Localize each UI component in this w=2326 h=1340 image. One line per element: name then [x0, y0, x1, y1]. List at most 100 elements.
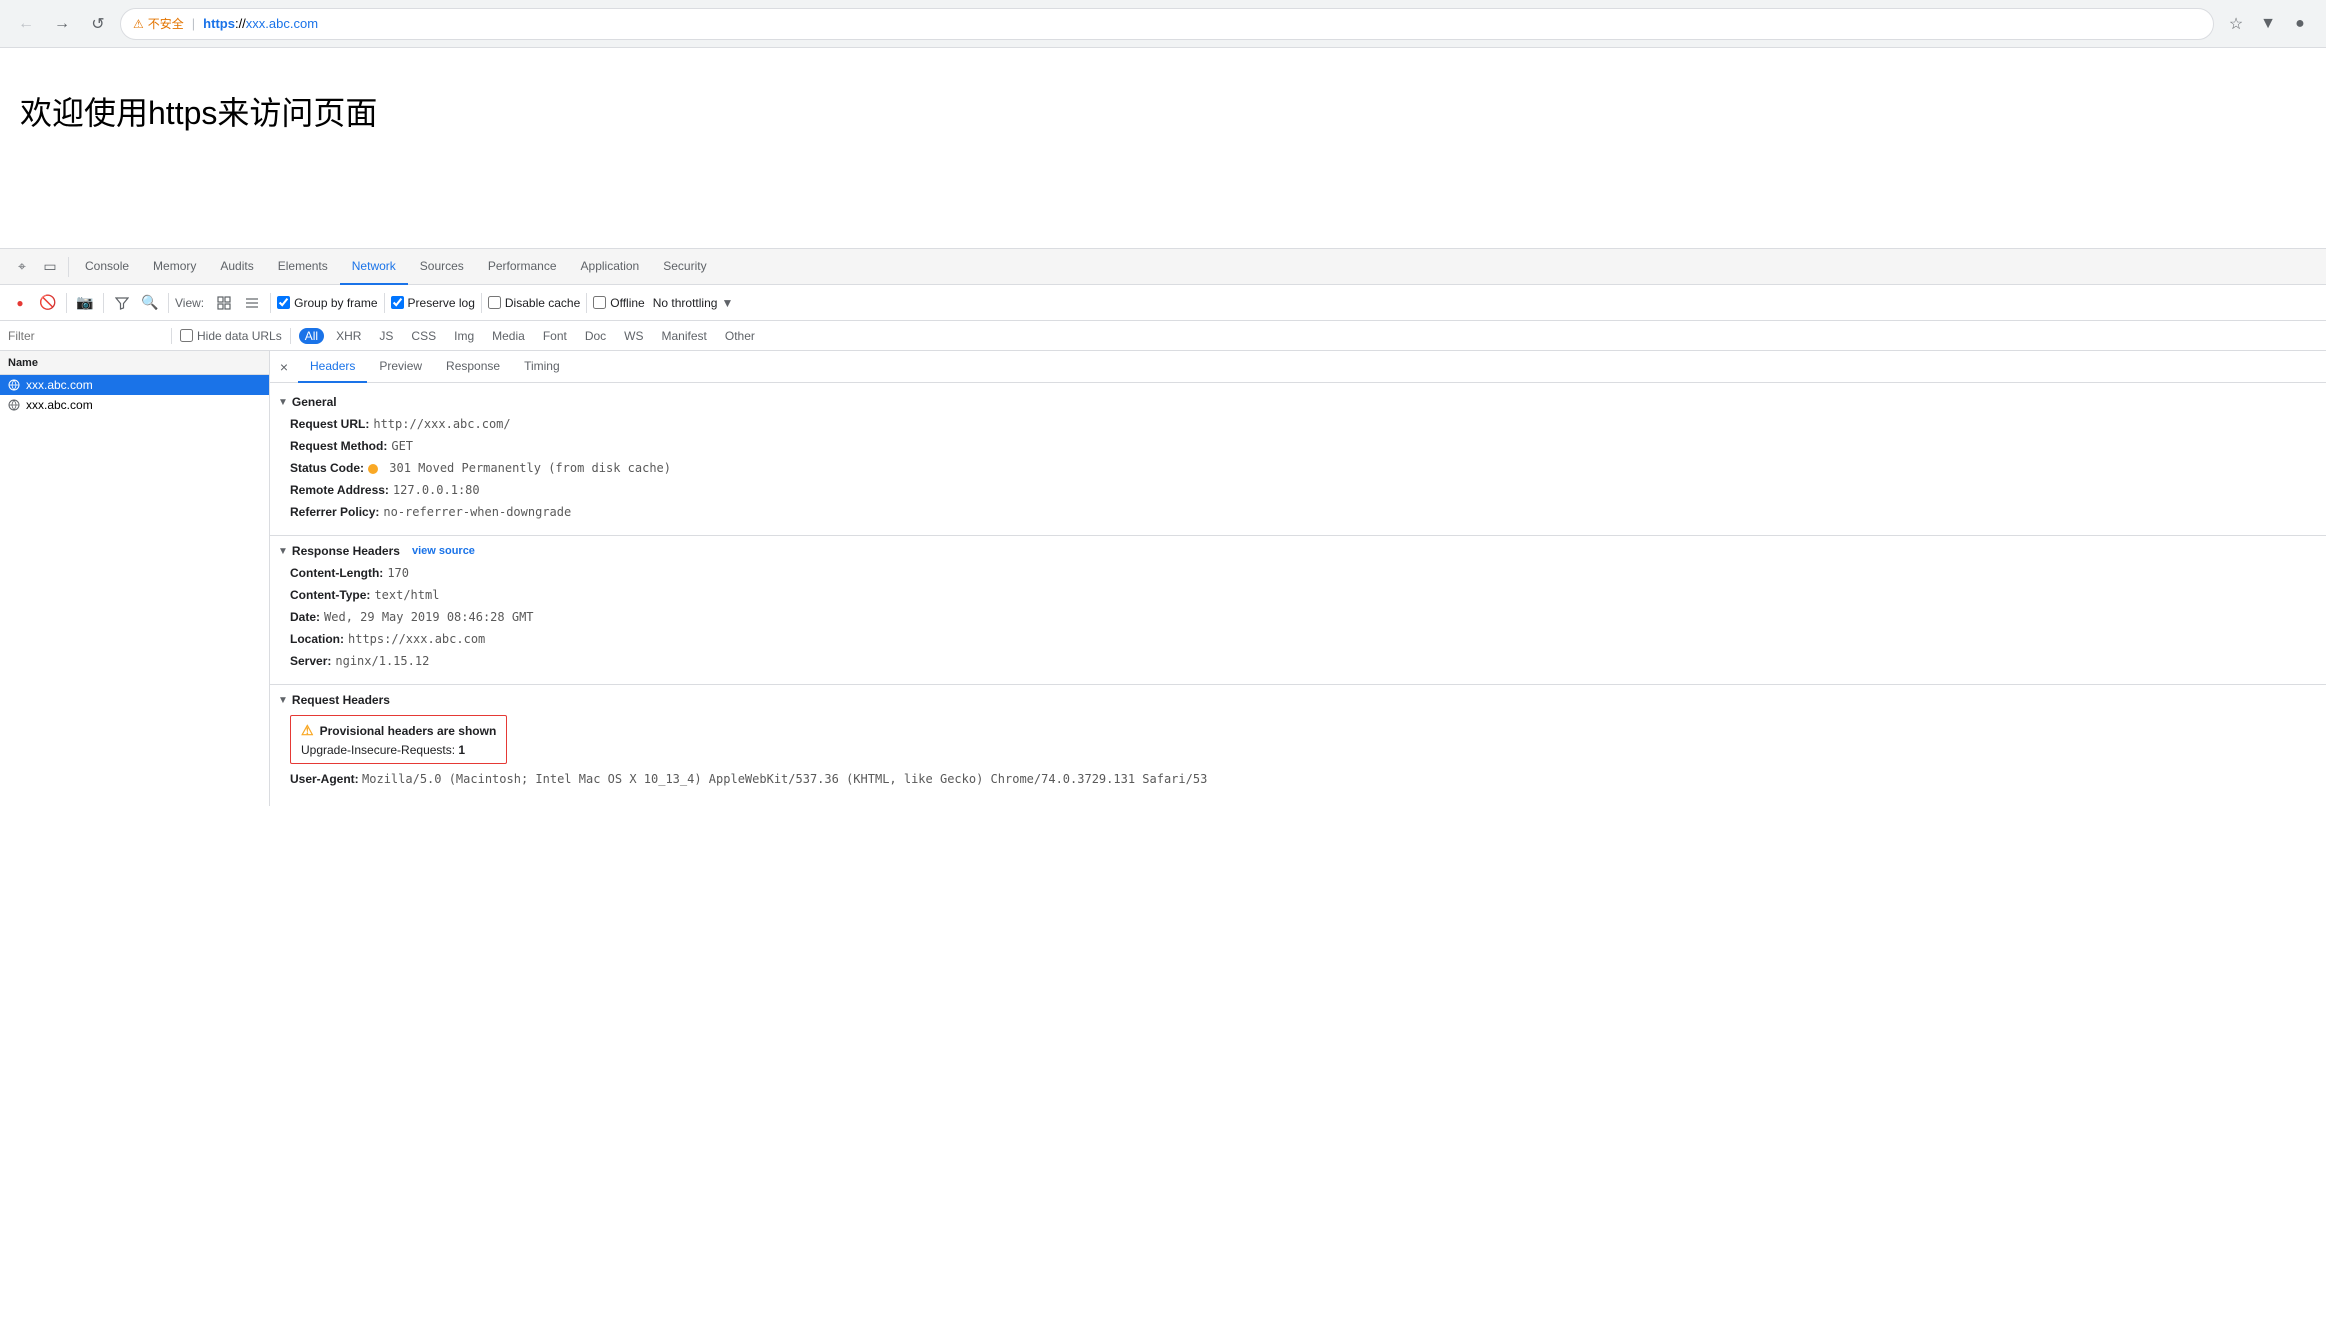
- list-view-button[interactable]: [240, 291, 264, 315]
- url-scheme: https://: [203, 16, 246, 31]
- filter-type-media[interactable]: Media: [486, 328, 531, 344]
- user-agent-value: Mozilla/5.0 (Macintosh; Intel Mac OS X 1…: [362, 772, 1207, 786]
- filter-type-all[interactable]: All: [299, 328, 324, 344]
- filter-type-manifest[interactable]: Manifest: [656, 328, 713, 344]
- devtools-toolbar: ● 🚫 📷 🔍 View: Group by frame Preserve lo…: [0, 285, 2326, 321]
- tab-console[interactable]: Console: [73, 249, 141, 285]
- device-icon-btn[interactable]: ▭: [36, 253, 64, 281]
- tab-network[interactable]: Network: [340, 249, 408, 285]
- network-list-header: Name: [0, 351, 269, 375]
- disable-cache-checkbox[interactable]: [488, 296, 501, 309]
- reload-button[interactable]: ↺: [84, 10, 112, 38]
- headers-content: ▼ General Request URL: http://xxx.abc.co…: [270, 383, 2326, 806]
- bookmark-button[interactable]: ☆: [2222, 10, 2250, 38]
- panel-tab-preview[interactable]: Preview: [367, 351, 434, 383]
- record-button[interactable]: ●: [8, 291, 32, 315]
- panel-tab-response[interactable]: Response: [434, 351, 512, 383]
- toolbar-divider-6: [481, 293, 482, 313]
- tab-application[interactable]: Application: [569, 249, 652, 285]
- search-button[interactable]: 🔍: [138, 291, 162, 315]
- response-headers-content: Content-Length: 170 Content-Type: text/h…: [270, 562, 2326, 680]
- filter-type-ws[interactable]: WS: [618, 328, 649, 344]
- tab-elements[interactable]: Elements: [266, 249, 340, 285]
- page-content: 欢迎使用https来访问页面: [0, 48, 2326, 248]
- cast-button[interactable]: ▼: [2254, 10, 2282, 38]
- status-dot: [368, 464, 378, 474]
- request-headers-content: ⚠ Provisional headers are shown Upgrade-…: [270, 711, 2326, 798]
- request-headers-title: Request Headers: [292, 693, 390, 707]
- header-row: Status Code: 301 Moved Permanently (from…: [290, 457, 2318, 479]
- general-section-header[interactable]: ▼ General: [270, 391, 2326, 413]
- disable-cache-label[interactable]: Disable cache: [488, 296, 580, 310]
- browser-chrome: ← → ↺ ⚠ 不安全 | https://xxx.abc.com ☆ ▼ ●: [0, 0, 2326, 48]
- general-section-content: Request URL: http://xxx.abc.com/ Request…: [270, 413, 2326, 531]
- section-separator: [270, 535, 2326, 536]
- group-by-frame-checkbox[interactable]: [277, 296, 290, 309]
- triangle-icon: ▼: [278, 397, 288, 408]
- filter-type-other[interactable]: Other: [719, 328, 761, 344]
- preserve-log-label[interactable]: Preserve log: [391, 296, 475, 310]
- response-headers-section-header[interactable]: ▼ Response Headers view source: [270, 540, 2326, 562]
- hide-data-urls-label[interactable]: Hide data URLs: [180, 329, 282, 343]
- view-label: View:: [175, 296, 204, 310]
- filter-type-img[interactable]: Img: [448, 328, 480, 344]
- throttle-dropdown-button[interactable]: ▼: [721, 296, 733, 310]
- camera-button[interactable]: 📷: [73, 291, 97, 315]
- chrome-actions: ☆ ▼ ●: [2222, 10, 2314, 38]
- tab-sources[interactable]: Sources: [408, 249, 476, 285]
- tab-memory[interactable]: Memory: [141, 249, 208, 285]
- filter-input[interactable]: [8, 329, 163, 343]
- clear-button[interactable]: 🚫: [36, 291, 60, 315]
- filter-type-font[interactable]: Font: [537, 328, 573, 344]
- offline-label[interactable]: Offline: [593, 296, 644, 310]
- network-row[interactable]: xxx.abc.com: [0, 395, 269, 415]
- header-row: Request Method: GET: [290, 435, 2318, 457]
- network-row[interactable]: xxx.abc.com: [0, 375, 269, 395]
- triangle-icon: ▼: [278, 546, 288, 557]
- page-title: 欢迎使用https来访问页面: [20, 88, 2306, 134]
- security-text: 不安全: [148, 15, 184, 32]
- filter-type-doc[interactable]: Doc: [579, 328, 612, 344]
- filter-bar: Hide data URLs All XHR JS CSS Img Media …: [0, 321, 2326, 351]
- filter-type-js[interactable]: JS: [373, 328, 399, 344]
- response-headers-title: Response Headers: [292, 544, 400, 558]
- headers-panel: × Headers Preview Response Timing ▼ Gene…: [270, 351, 2326, 806]
- cursor-icon-btn[interactable]: ⌖: [8, 253, 36, 281]
- request-headers-section-header[interactable]: ▼ Request Headers: [270, 689, 2326, 711]
- warning-row: ⚠ Provisional headers are shown: [301, 722, 496, 739]
- panel-tab-headers[interactable]: Headers: [298, 351, 367, 383]
- profile-button[interactable]: ●: [2286, 10, 2314, 38]
- offline-checkbox[interactable]: [593, 296, 606, 309]
- header-row: Request URL: http://xxx.abc.com/: [290, 413, 2318, 435]
- address-bar[interactable]: ⚠ 不安全 | https://xxx.abc.com: [120, 8, 2214, 40]
- header-row: Date: Wed, 29 May 2019 08:46:28 GMT: [290, 606, 2318, 628]
- filter-type-css[interactable]: CSS: [405, 328, 442, 344]
- warning-header-upgrade: Upgrade-Insecure-Requests: 1: [301, 743, 496, 757]
- devtools-panel: ⌖ ▭ Console Memory Audits Elements Netwo…: [0, 248, 2326, 806]
- warning-text: Provisional headers are shown: [320, 724, 497, 738]
- tab-audits[interactable]: Audits: [208, 249, 265, 285]
- general-section-title: General: [292, 395, 337, 409]
- toolbar-divider-7: [586, 293, 587, 313]
- toolbar-divider-2: [103, 293, 104, 313]
- tab-performance[interactable]: Performance: [476, 249, 569, 285]
- panel-tab-bar: × Headers Preview Response Timing: [270, 351, 2326, 383]
- devtools-tab-bar: ⌖ ▭ Console Memory Audits Elements Netwo…: [0, 249, 2326, 285]
- throttle-label: No throttling: [653, 296, 718, 310]
- group-by-frame-label[interactable]: Group by frame: [277, 296, 377, 310]
- upgrade-header-value: 1: [458, 743, 465, 757]
- url-separator: |: [192, 16, 195, 31]
- preserve-log-checkbox[interactable]: [391, 296, 404, 309]
- filter-divider-1: [171, 328, 172, 344]
- tab-security[interactable]: Security: [651, 249, 718, 285]
- header-row: Server: nginx/1.15.12: [290, 650, 2318, 672]
- forward-button[interactable]: →: [48, 10, 76, 38]
- hide-data-urls-checkbox[interactable]: [180, 329, 193, 342]
- panel-tab-timing[interactable]: Timing: [512, 351, 572, 383]
- filter-type-xhr[interactable]: XHR: [330, 328, 367, 344]
- view-source-link[interactable]: view source: [412, 545, 475, 557]
- back-button[interactable]: ←: [12, 10, 40, 38]
- filter-button[interactable]: [110, 291, 134, 315]
- grid-view-button[interactable]: [212, 291, 236, 315]
- panel-close-button[interactable]: ×: [270, 353, 298, 381]
